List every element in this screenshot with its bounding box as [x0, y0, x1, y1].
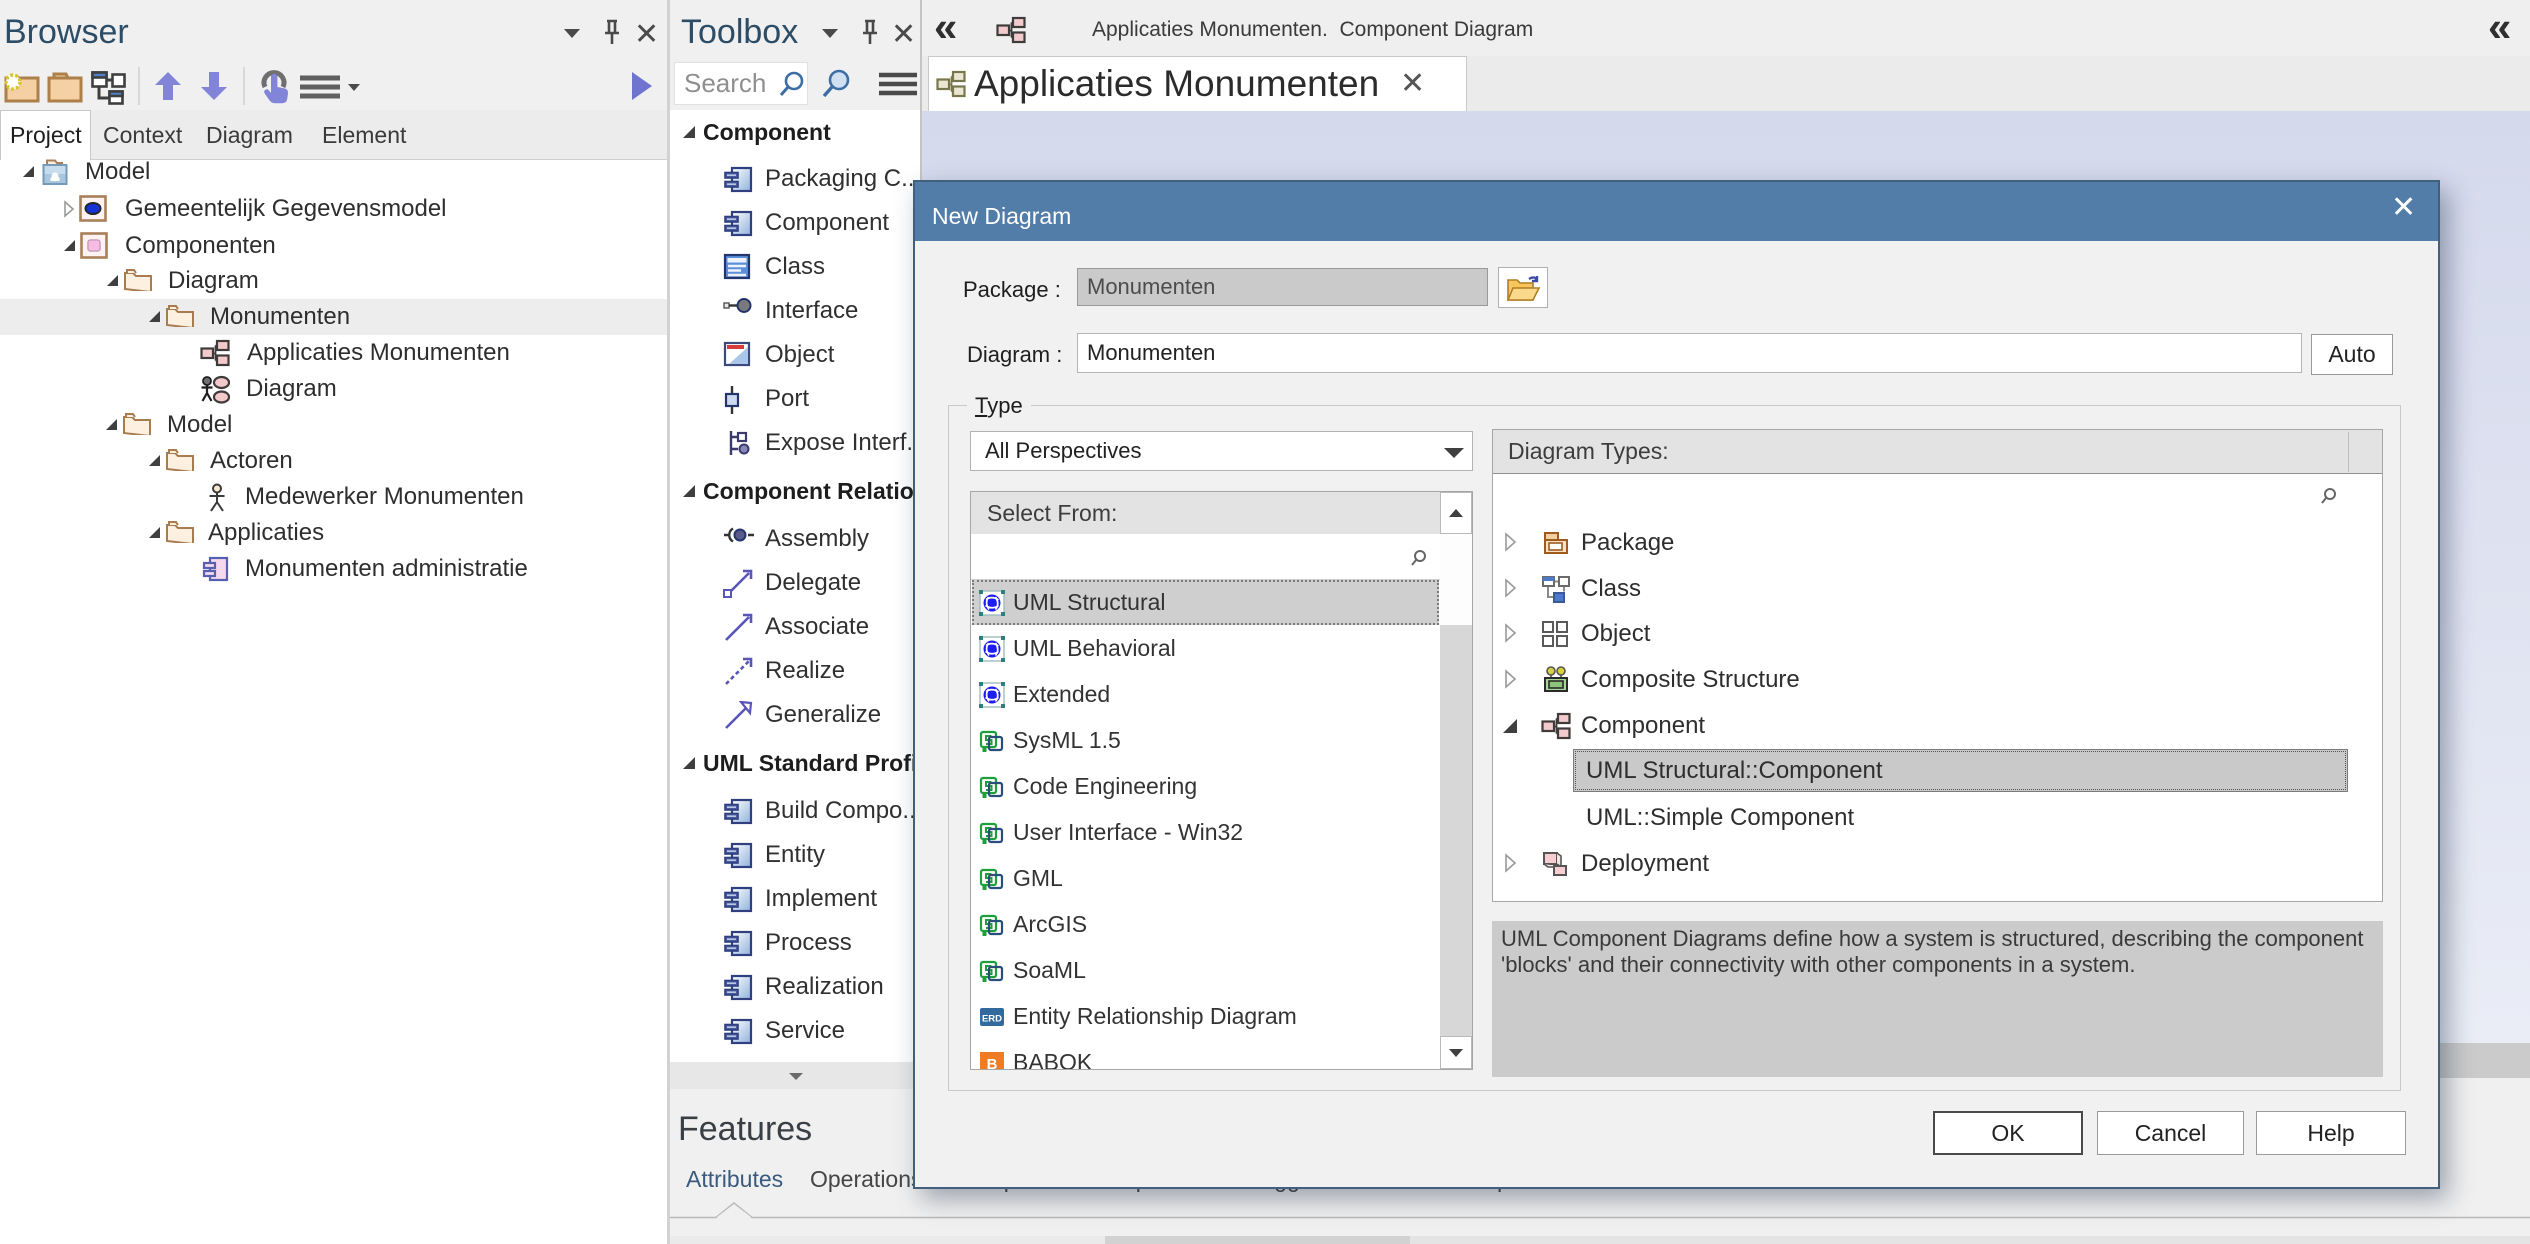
svg-text:ERD: ERD: [982, 1014, 1002, 1025]
svg-text:B: B: [987, 1056, 998, 1070]
